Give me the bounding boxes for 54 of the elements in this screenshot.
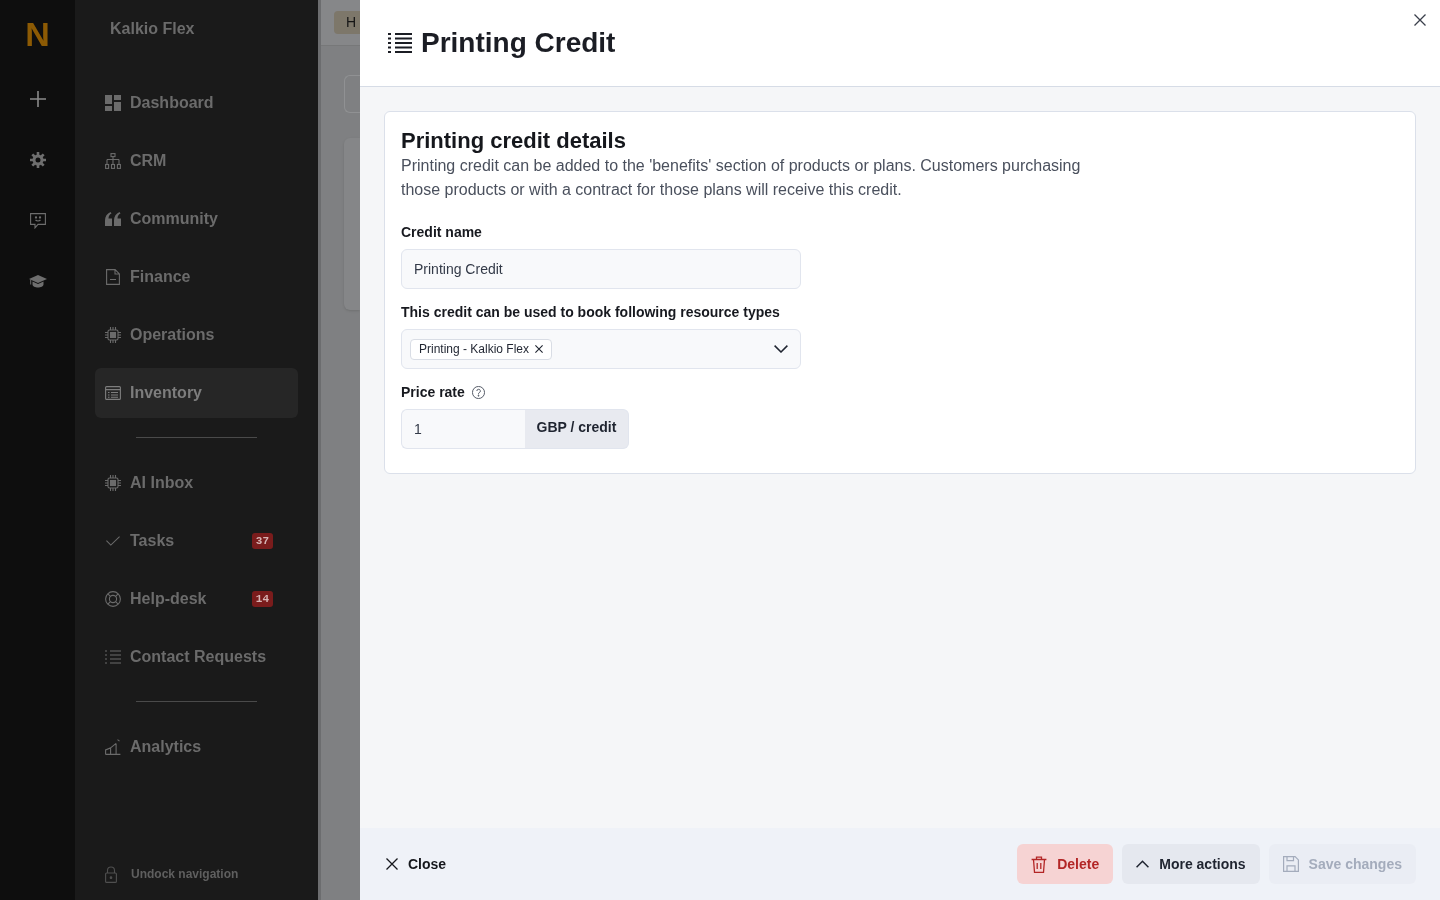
nav-item[interactable]: Community <box>95 194 298 244</box>
save-icon <box>1282 856 1299 872</box>
settings-icon[interactable] <box>29 151 46 168</box>
resource-type-select[interactable]: Printing - Kalkio Flex <box>401 329 801 369</box>
grid-icon <box>105 95 121 111</box>
field-label: Price rate <box>401 383 465 402</box>
quote-icon <box>105 212 121 226</box>
sitemap-icon <box>105 153 121 169</box>
count-badge: 37 <box>251 533 273 549</box>
table-icon <box>105 385 121 401</box>
nav-item[interactable]: Contact Requests <box>95 632 298 682</box>
help-icon[interactable] <box>471 385 485 399</box>
list-icon <box>105 650 121 664</box>
nav-item[interactable]: Finance <box>95 252 298 302</box>
breadcrumb-tab[interactable]: H <box>334 11 360 34</box>
remove-icon[interactable] <box>535 345 544 353</box>
chevron-down-icon <box>774 345 788 353</box>
card-description: Printing credit can be added to the 'benefits' section of products or plans. Customers purchasing those products or with a contract for those plans will receive this credit. <box>401 156 1082 200</box>
more-actions-button[interactable]: More actions <box>1122 844 1260 884</box>
nav-item[interactable]: Analytics <box>95 722 298 772</box>
document-icon <box>106 269 120 285</box>
close-icon[interactable] <box>1414 14 1426 26</box>
chart-icon <box>105 739 121 755</box>
chevron-up-icon <box>1136 860 1150 868</box>
logo: N <box>25 17 50 51</box>
graduation-cap-icon[interactable] <box>28 275 47 288</box>
lifebuoy-icon <box>105 591 121 607</box>
card-title: Printing credit details <box>401 128 627 154</box>
lock-icon <box>105 865 117 883</box>
chip-icon <box>105 327 121 343</box>
chip-icon <box>105 475 121 491</box>
list-icon <box>388 33 412 53</box>
trash-icon <box>1031 855 1048 873</box>
nav-item[interactable]: Inventory <box>95 368 298 418</box>
count-badge: 14 <box>251 591 273 607</box>
field-label: Credit name <box>401 223 482 242</box>
nav-item[interactable]: Operations <box>95 310 298 360</box>
workspace-title: Kalkio Flex <box>110 19 195 39</box>
chat-icon[interactable] <box>29 212 46 229</box>
nav-item[interactable]: Tasks 37 <box>95 516 298 566</box>
undock-button[interactable]: Undock navigation <box>105 865 239 883</box>
nav-item[interactable]: CRM <box>95 136 298 186</box>
nav-item[interactable]: AI Inbox <box>95 458 298 508</box>
nav-item[interactable]: Dashboard <box>95 78 298 128</box>
plus-icon[interactable] <box>29 90 46 107</box>
panel-title: Printing Credit <box>421 26 616 60</box>
field-label: This credit can be used to book following resource types <box>401 303 780 322</box>
close-icon <box>386 858 398 870</box>
close-button[interactable]: Close <box>386 853 447 875</box>
delete-button[interactable]: Delete <box>1017 844 1114 884</box>
tag-label: Printing - Kalkio Flex <box>419 341 530 358</box>
check-icon <box>106 536 120 546</box>
nav-item[interactable]: Help-desk 14 <box>95 574 298 624</box>
text-input[interactable]: Printing Credit <box>401 249 801 289</box>
